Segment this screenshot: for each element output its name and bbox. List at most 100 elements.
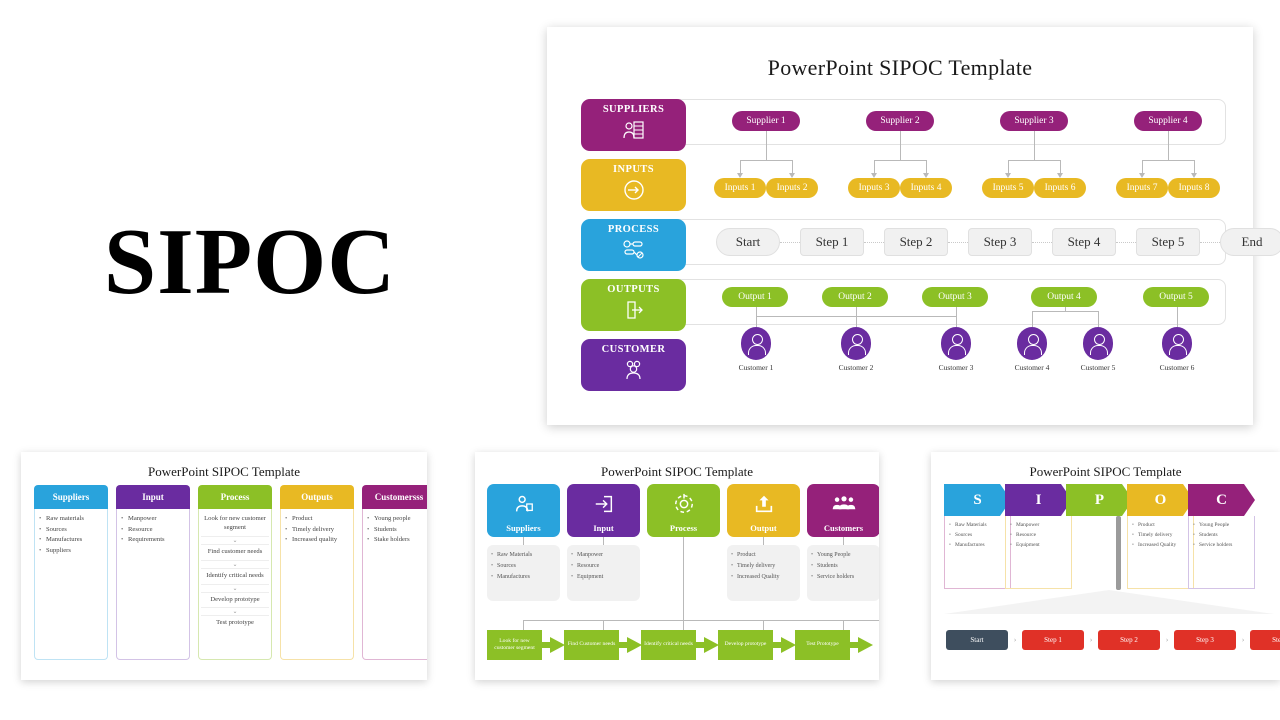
process-step-end[interactable]: End [1220, 228, 1280, 256]
column-suppliers[interactable]: Suppliers Raw materials Sources Manufact… [34, 485, 108, 660]
list-item: Timely delivery [285, 526, 349, 533]
category-process-label: PROCESS [607, 224, 660, 235]
step-button-4[interactable]: Step 4 [1250, 630, 1280, 650]
icon-card-customers[interactable]: Customers [807, 484, 879, 537]
list-item: Raw Materials [949, 522, 1006, 529]
chevron-s[interactable]: S [944, 484, 1011, 516]
thumbnail-columns-template[interactable]: PowerPoint SIPOC Template Suppliers Raw … [21, 452, 427, 680]
process-step-5[interactable]: Step 5 [1136, 228, 1200, 256]
supplier-node-4[interactable]: Supplier 4 [1134, 111, 1202, 131]
supplier-node-2[interactable]: Supplier 2 [866, 111, 934, 131]
input-node-4[interactable]: Inputs 4 [900, 178, 952, 198]
list-item: Resource [571, 563, 636, 571]
customer-node-1[interactable]: Customer 1 [726, 327, 786, 372]
thumb-a-title: PowerPoint SIPOC Template [148, 464, 300, 479]
chevron-c[interactable]: C [1188, 484, 1255, 516]
list-item: Increased quality [285, 536, 349, 543]
fact-box-input: Manpower Resource Equipment [567, 545, 640, 601]
input-node-8[interactable]: Inputs 8 [1168, 178, 1220, 198]
column-header: Process [198, 485, 272, 509]
customer-node-3[interactable]: Customer 3 [926, 327, 986, 372]
arrow-step[interactable]: Develop prototype [718, 630, 796, 660]
input-node-2[interactable]: Inputs 2 [766, 178, 818, 198]
arrow-step[interactable]: Test Prototype [795, 630, 873, 660]
arrow-step-head-icon [704, 637, 719, 653]
step-caret-icon: › [1089, 636, 1093, 644]
column-customers[interactable]: Customersss Young people Students Stake … [362, 485, 427, 660]
icon-card-process[interactable]: Process [647, 484, 720, 537]
step-button-start[interactable]: Start [946, 630, 1008, 650]
list-item: Manufactures [39, 536, 103, 543]
chevron-o[interactable]: O [1127, 484, 1194, 516]
thumbnail-iconcards-template[interactable]: PowerPoint SIPOC Template Suppliers Inpu… [475, 452, 879, 680]
column-input[interactable]: Input Manpower Resource Requirements [116, 485, 190, 660]
arrow-step[interactable]: Identify critical needs [641, 630, 719, 660]
upload-tray-icon [753, 484, 775, 523]
output-node-2[interactable]: Output 2 [822, 287, 888, 307]
customer-node-5[interactable]: Customer 5 [1068, 327, 1128, 372]
chevron-p[interactable]: P [1066, 484, 1133, 516]
arrow-step-bar [773, 642, 781, 648]
input-node-7[interactable]: Inputs 7 [1116, 178, 1168, 198]
category-suppliers[interactable]: SUPPLIERS [581, 99, 686, 151]
category-outputs-label: OUTPUTS [607, 284, 660, 295]
supplier-person-icon [513, 484, 535, 523]
arrow-step[interactable]: Look for new customer segment [487, 630, 565, 660]
thumbnail-chevron-template[interactable]: PowerPoint SIPOC Template S I P O C Raw … [931, 452, 1280, 680]
main-title: PowerPoint SIPOC Template [767, 55, 1033, 80]
thumb-c-chevron-bodies: Raw Materials Sources Manufactures Manpo… [944, 516, 1255, 589]
process-step-3[interactable]: Step 3 [968, 228, 1032, 256]
step-button-2[interactable]: Step 2 [1098, 630, 1160, 650]
step-button-1[interactable]: Step 1 [1022, 630, 1084, 650]
list-item: Sources [491, 563, 556, 571]
list-item: Students [1193, 532, 1250, 539]
icon-card-input[interactable]: Input [567, 484, 640, 537]
icon-card-label: Output [750, 523, 777, 533]
arrow-step-head-icon [858, 637, 873, 653]
process-step-start[interactable]: Start [716, 228, 780, 256]
column-process[interactable]: Process Look for new customer segment ⌄ … [198, 485, 272, 660]
category-inputs[interactable]: INPUTS [581, 159, 686, 211]
column-header: Customersss [362, 485, 427, 509]
input-node-6[interactable]: Inputs 6 [1034, 178, 1086, 198]
output-node-5[interactable]: Output 5 [1143, 287, 1209, 307]
input-node-1[interactable]: Inputs 1 [714, 178, 766, 198]
thumb-c-step-buttons: Start › Step 1 › Step 2 › Step 3 › Step … [946, 630, 1280, 650]
list-item: Increased Quality [1132, 542, 1189, 549]
flow-caret-icon: ⌄ [201, 607, 269, 617]
input-node-5[interactable]: Inputs 5 [982, 178, 1034, 198]
process-step-2[interactable]: Step 2 [884, 228, 948, 256]
customer-node-4[interactable]: Customer 4 [1002, 327, 1062, 372]
column-outputs[interactable]: Outputs Product Timely delivery Increase… [280, 485, 354, 660]
arrow-step[interactable]: Find Customer needs [564, 630, 642, 660]
icon-card-output[interactable]: Output [727, 484, 800, 537]
category-customer[interactable]: CUSTOMER [581, 339, 686, 391]
supplier-node-1[interactable]: Supplier 1 [732, 111, 800, 131]
step-button-3[interactable]: Step 3 [1174, 630, 1236, 650]
icon-card-suppliers[interactable]: Suppliers [487, 484, 560, 537]
column-header: Input [116, 485, 190, 509]
storefront-icon [622, 121, 644, 139]
input-node-3[interactable]: Inputs 3 [848, 178, 900, 198]
column-body: Product Timely delivery Increased qualit… [280, 509, 354, 660]
output-node-4[interactable]: Output 4 [1031, 287, 1097, 307]
list-item: Young People [1193, 522, 1250, 529]
list-item: Raw materials [39, 515, 103, 522]
category-outputs[interactable]: OUTPUTS [581, 279, 686, 331]
output-node-3[interactable]: Output 3 [922, 287, 988, 307]
list-item: Sources [949, 532, 1006, 539]
customer-node-2[interactable]: Customer 2 [826, 327, 886, 372]
process-step-1[interactable]: Step 1 [800, 228, 864, 256]
category-process[interactable]: PROCESS [581, 219, 686, 271]
main-sipoc-card[interactable]: PowerPoint SIPOC Template SUPPLIERS Supp… [547, 27, 1280, 425]
list-item: Stake holders [367, 536, 427, 543]
customer-avatar [841, 327, 871, 360]
supplier-node-3[interactable]: Supplier 3 [1000, 111, 1068, 131]
list-item: Manpower [121, 515, 185, 522]
chevron-i[interactable]: I [1005, 484, 1072, 516]
output-node-1[interactable]: Output 1 [722, 287, 788, 307]
thumb-b-arrow-steps: Look for new customer segment Find Custo… [487, 630, 873, 660]
process-step-4[interactable]: Step 4 [1052, 228, 1116, 256]
customer-node-6[interactable]: Customer 6 [1147, 327, 1207, 372]
arrow-step-head-icon [550, 637, 565, 653]
